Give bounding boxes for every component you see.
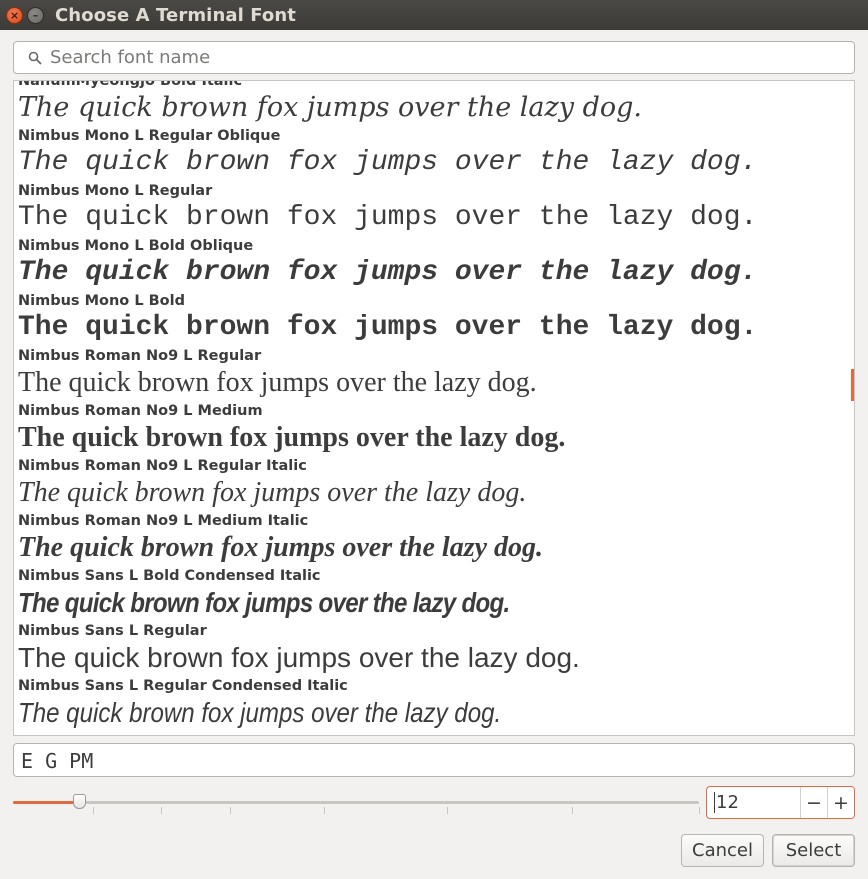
slider-tick [230,807,231,814]
preview-field[interactable] [13,743,855,777]
font-list-items: NanumMyeongjo Bold Italic The quick brown… [14,80,854,732]
font-sample-text: The quick brown fox jumps over the lazy … [18,531,854,567]
font-sample-string: The quick brown fox jumps over the lazy … [18,422,566,453]
font-list-item[interactable]: NanumMyeongjo Bold Italic The quick brown… [14,80,854,127]
font-name-label: Nimbus Sans L Regular [18,623,207,639]
font-sample-text: The quick brown fox jumps over the lazy … [18,641,854,677]
title-bar[interactable]: × – Choose A Terminal Font [0,0,868,30]
font-list-item[interactable]: Nimbus Mono L Regular The quick brown fox… [14,182,854,237]
preview-input[interactable] [21,749,821,773]
font-sample-string: The quick brown fox jumps over the lazy … [18,147,758,178]
close-icon[interactable]: × [6,6,23,24]
font-name-label: NanumMyeongjo Bold Italic [18,80,243,89]
font-list-item[interactable]: Nimbus Roman No9 L Medium Italic The quic… [14,512,854,567]
cancel-button[interactable]: Cancel [681,834,764,867]
slider-tick [161,807,162,814]
font-sample-text: The quick brown fox jumps over the lazy … [18,696,854,732]
slider-tick [572,807,573,814]
font-sample-string: The quick brown fox jumps over the lazy … [18,697,502,728]
search-field[interactable] [13,41,855,74]
search-icon [28,50,44,66]
font-name-label: Nimbus Sans L Bold Condensed Italic [18,568,321,584]
font-size-spinbutton[interactable]: − + [706,786,855,819]
search-input[interactable] [50,47,830,68]
font-list[interactable]: NanumMyeongjo Bold Italic The quick brown… [13,80,855,736]
slider-track [13,801,699,804]
font-sample-text: The quick brown fox jumps over the lazy … [18,586,854,622]
font-sample-string: The quick brown fox jumps over the lazy … [18,312,758,343]
slider-tick [324,807,325,814]
font-sample-text: The quick brown fox jumps over the lazy … [18,421,854,457]
font-sample-string: The quick brown fox jumps over the lazy … [18,92,642,123]
font-sample-text: The quick brown fox jumps over the lazy … [18,201,854,237]
font-list-item[interactable]: Nimbus Roman No9 L Regular Italic The qui… [14,457,854,512]
font-sample-text: The quick brown fox jumps over the lazy … [18,311,854,347]
font-sample-string: The quick brown fox jumps over the lazy … [18,477,527,508]
font-sample-string: The quick brown fox jumps over the lazy … [18,642,580,673]
font-size-input[interactable] [714,792,800,813]
font-sample-string: The quick brown fox jumps over the lazy … [18,367,537,398]
font-name-label: Nimbus Roman No9 L Regular Italic [18,458,307,474]
scrollbar-indicator[interactable] [851,369,854,401]
font-name-label: Nimbus Mono L Bold Oblique [18,238,254,254]
font-size-slider[interactable] [13,790,701,814]
increment-button[interactable]: + [827,787,854,818]
slider-fill [13,801,80,804]
font-sample-string: The quick brown fox jumps over the lazy … [18,587,510,618]
font-list-item[interactable]: Nimbus Mono L Bold The quick brown fox ju… [14,292,854,347]
font-sample-text: The quick brown fox jumps over the lazy … [18,366,854,402]
font-name-label: Nimbus Roman No9 L Regular [18,348,262,364]
font-sample-text: The quick brown fox jumps over the lazy … [18,476,854,512]
slider-tick [699,807,700,814]
font-sample-string: The quick brown fox jumps over the lazy … [18,202,758,233]
font-list-item[interactable]: Nimbus Roman No9 L Regular The quick brow… [14,347,854,402]
font-sample-string: The quick brown fox jumps over the lazy … [18,257,758,288]
font-sample-text: The quick brown fox jumps over the lazy … [18,256,854,292]
font-list-item[interactable]: Nimbus Sans L Regular The quick brown fox… [14,622,854,677]
font-sample-text: The quick brown fox jumps over the lazy … [18,91,854,127]
font-name-label: Nimbus Mono L Regular Oblique [18,128,281,144]
font-list-item[interactable]: Nimbus Mono L Bold Oblique The quick brow… [14,237,854,292]
font-list-item[interactable]: Nimbus Sans L Regular Condensed Italic Th… [14,677,854,732]
font-name-label: Nimbus Roman No9 L Medium [18,403,263,419]
font-sample-text: The quick brown fox jumps over the lazy … [18,146,854,182]
slider-tick [447,807,448,814]
font-list-item[interactable]: Nimbus Roman No9 L Medium The quick brown… [14,402,854,457]
font-name-label: Nimbus Mono L Bold [18,293,185,309]
font-name-label: Nimbus Mono L Regular [18,183,213,199]
font-name-label: Nimbus Sans L Regular Condensed Italic [18,678,348,694]
slider-tick [93,807,94,814]
select-button[interactable]: Select [772,834,855,867]
font-list-item[interactable]: Nimbus Sans L Bold Condensed Italic The q… [14,567,854,622]
decrement-button[interactable]: − [800,787,827,818]
font-sample-string: The quick brown fox jumps over the lazy … [18,532,544,563]
window-title: Choose A Terminal Font [55,4,296,26]
font-list-item[interactable]: Nimbus Mono L Regular Oblique The quick b… [14,127,854,182]
minimize-icon[interactable]: – [27,6,44,24]
slider-handle[interactable] [73,794,86,809]
font-name-label: Nimbus Roman No9 L Medium Italic [18,513,309,529]
